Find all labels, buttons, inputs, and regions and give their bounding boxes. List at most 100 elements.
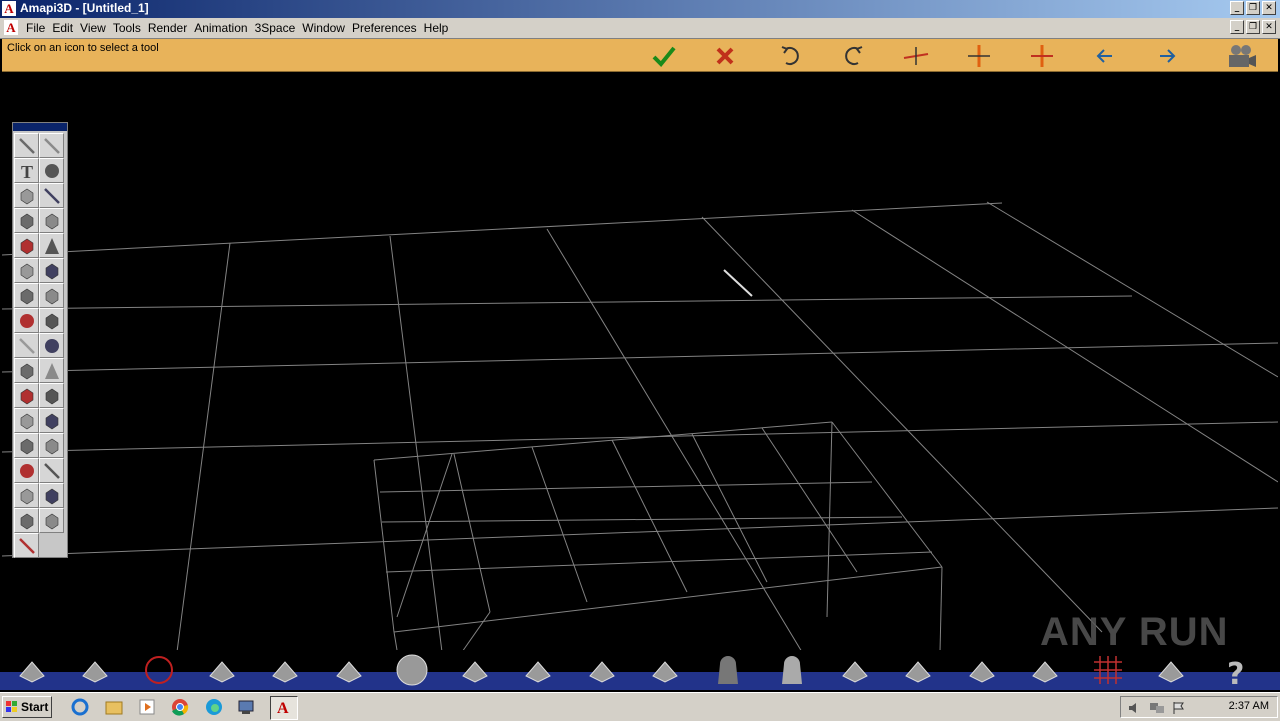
minimize-button[interactable]: _ — [1230, 1, 1244, 15]
menu-preferences[interactable]: Preferences — [352, 21, 424, 35]
menu-edit[interactable]: Edit — [52, 21, 80, 35]
menu-view[interactable]: View — [80, 21, 113, 35]
network-app-icon[interactable] — [236, 697, 256, 717]
tool-grid-plane-button[interactable] — [39, 508, 64, 533]
globe-icon[interactable] — [141, 652, 177, 688]
explorer-icon[interactable] — [104, 697, 124, 717]
pen-tool-icon[interactable] — [331, 652, 367, 688]
redo-icon[interactable] — [840, 43, 868, 69]
figure-grid-icon[interactable] — [520, 652, 556, 688]
sphere-render-icon[interactable] — [394, 652, 430, 688]
tool-cube-red-button[interactable] — [39, 208, 64, 233]
tool-bulb-button[interactable] — [39, 333, 64, 358]
tool-lattice-button[interactable] — [39, 283, 64, 308]
undo-icon[interactable] — [776, 43, 804, 69]
arrow-right-icon[interactable] — [1154, 43, 1182, 69]
tool-polycube-button[interactable] — [39, 408, 64, 433]
tool-knife-button[interactable] — [14, 333, 39, 358]
doc-logo-icon[interactable]: A — [4, 20, 18, 35]
tool-line-button[interactable] — [14, 133, 39, 158]
pencil-icon — [44, 188, 60, 204]
figure-box-icon[interactable] — [584, 652, 620, 688]
menu-render[interactable]: Render — [148, 21, 194, 35]
close-button[interactable]: ✕ — [1262, 1, 1276, 15]
tool-down-arrow-button[interactable] — [14, 508, 39, 533]
menu-animation[interactable]: Animation — [194, 21, 254, 35]
tool-pencil-button[interactable] — [39, 183, 64, 208]
edge-icon[interactable] — [204, 697, 224, 717]
menu-3space[interactable]: 3Space — [255, 21, 303, 35]
tool-text-button[interactable]: T — [14, 158, 39, 183]
ie-icon[interactable] — [70, 697, 90, 717]
tool-shape-button[interactable] — [39, 383, 64, 408]
flag-icon[interactable] — [1171, 700, 1187, 719]
tool-surface-button[interactable] — [39, 258, 64, 283]
tool-sphere-button[interactable] — [39, 158, 64, 183]
plane-lamp-icon[interactable] — [204, 652, 240, 688]
menu-tools[interactable]: Tools — [113, 21, 148, 35]
triangle-ruler-icon[interactable] — [1027, 652, 1063, 688]
cancel-icon[interactable] — [712, 43, 740, 69]
tool-stack-button[interactable] — [39, 433, 64, 458]
maximize-button[interactable]: ❐ — [1246, 1, 1260, 15]
start-button[interactable]: Start — [2, 696, 52, 718]
check-icon[interactable] — [650, 43, 678, 69]
camera-icon[interactable] — [1224, 43, 1258, 69]
system-tray: 2:37 AM — [1120, 696, 1278, 718]
help-icon[interactable]: ? — [1217, 652, 1253, 692]
move-axes-icon[interactable] — [457, 652, 493, 688]
arrow-left-icon[interactable] — [1092, 43, 1120, 69]
palette-icon[interactable] — [1153, 652, 1189, 688]
tool-arrow-right-button[interactable] — [14, 433, 39, 458]
menu-file[interactable]: File — [26, 21, 52, 35]
axis-vertical-icon[interactable] — [965, 43, 993, 69]
3d-viewport[interactable] — [2, 72, 1278, 672]
doc-restore-button[interactable]: ❐ — [1246, 20, 1260, 34]
tool-cone-button[interactable] — [39, 233, 64, 258]
tool-box-button[interactable] — [14, 183, 39, 208]
tool-extrude-button[interactable] — [14, 208, 39, 233]
layers-icon[interactable] — [14, 652, 50, 688]
cube-red-icon — [45, 213, 59, 230]
tool-wand-button[interactable] — [39, 458, 64, 483]
tool-bend-button[interactable] — [14, 358, 39, 383]
network-icon[interactable] — [1149, 700, 1165, 719]
chrome-icon[interactable] — [170, 697, 190, 717]
doc-minimize-button[interactable]: _ — [1230, 20, 1244, 34]
doc-close-button[interactable]: ✕ — [1262, 20, 1276, 34]
grid-red-icon[interactable] — [1090, 652, 1126, 688]
volume-icon[interactable] — [1127, 700, 1143, 719]
ring-icon — [20, 464, 34, 478]
media-player-icon[interactable] — [137, 697, 157, 717]
axis-center-icon[interactable] — [1028, 43, 1056, 69]
hammer-icon[interactable] — [964, 652, 1000, 688]
lattice-icon — [45, 288, 59, 305]
tool-rotate-button[interactable] — [39, 483, 64, 508]
tool-ball-button[interactable] — [14, 308, 39, 333]
taskbar-amapi-button[interactable]: A — [270, 696, 298, 720]
axis-icon[interactable] — [902, 43, 930, 69]
tool-triangle-button[interactable] — [39, 358, 64, 383]
ghost-dark-icon[interactable] — [710, 652, 746, 688]
ghost-light-icon[interactable] — [774, 652, 810, 688]
tool-curve-button[interactable] — [14, 233, 39, 258]
tool-plane-button[interactable] — [39, 308, 64, 333]
tool-wireframe-box-button[interactable] — [14, 483, 39, 508]
cube-view-icon[interactable] — [77, 652, 113, 688]
chain-link-icon[interactable] — [837, 652, 873, 688]
tool-palette: T — [12, 122, 68, 558]
tool-ring-button[interactable] — [14, 458, 39, 483]
tool-sweep-button[interactable] — [14, 258, 39, 283]
eye-icon[interactable] — [647, 652, 683, 688]
tool-pen-button[interactable] — [39, 133, 64, 158]
menu-window[interactable]: Window — [302, 21, 352, 35]
tool-paint-button[interactable] — [14, 408, 39, 433]
chain-break-icon[interactable] — [900, 652, 936, 688]
menu-help[interactable]: Help — [424, 21, 456, 35]
terrain-icon[interactable] — [267, 652, 303, 688]
tool-pipe-button[interactable] — [14, 283, 39, 308]
tool-twist-button[interactable] — [14, 383, 39, 408]
arrow-right-icon — [20, 438, 34, 455]
palette-title-bar[interactable] — [13, 123, 67, 131]
tool-magnet-button[interactable] — [14, 533, 39, 558]
